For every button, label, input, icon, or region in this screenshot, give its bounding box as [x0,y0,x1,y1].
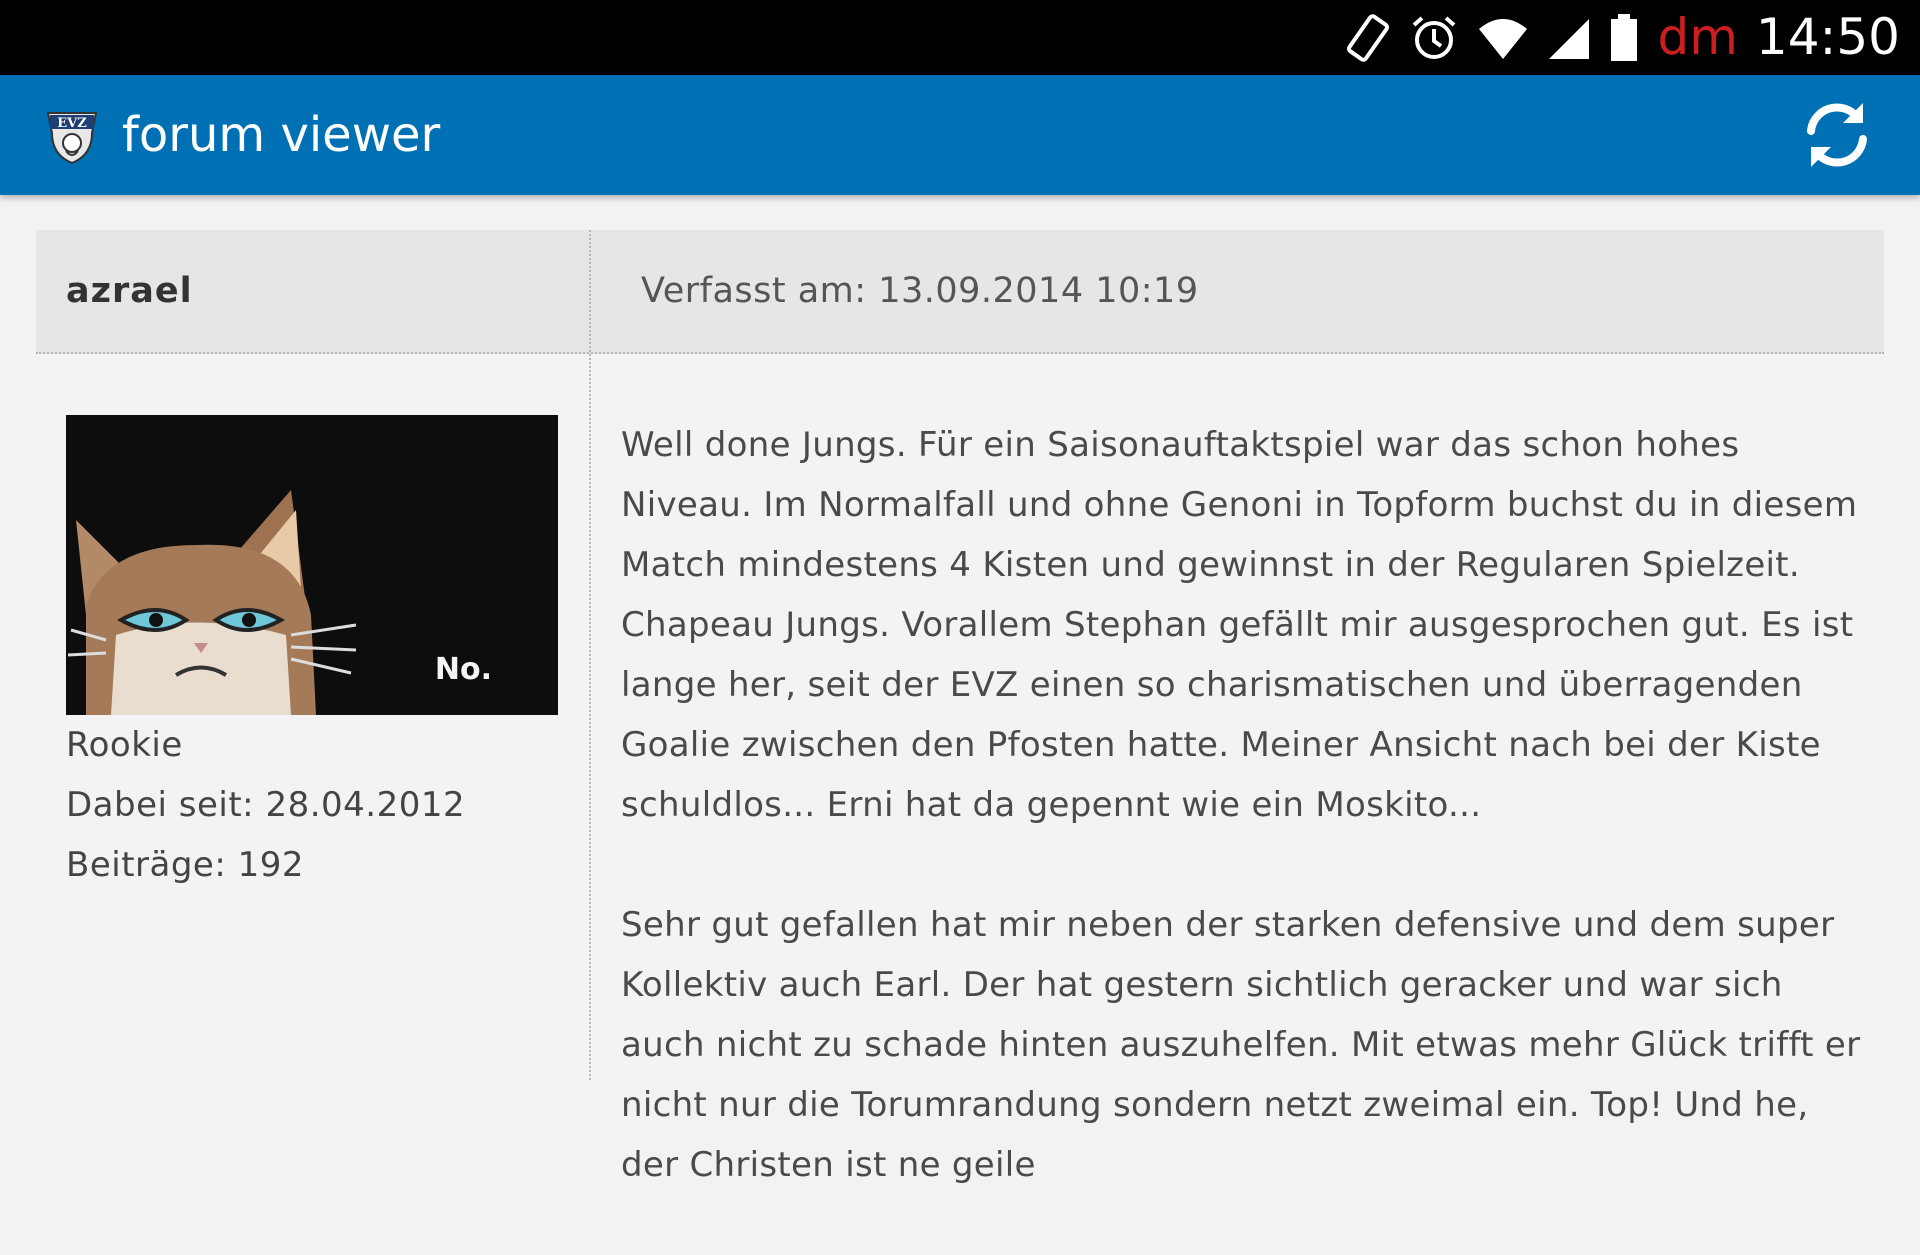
clock: 14:50 [1755,8,1900,66]
app-title: forum viewer [122,107,441,163]
status-icons: dm 14:50 [1345,0,1900,75]
signal-icon [1547,15,1591,61]
battery-icon [1609,13,1639,63]
refresh-icon [1799,103,1875,177]
post-date: Verfasst am: 13.09.2014 10:19 [641,271,1199,311]
user-avatar: No. [66,415,558,715]
post-count: Beiträge: 192 [66,845,304,885]
post-paragraph: Sehr gut gefallen hat mir neben der star… [621,905,1861,1185]
post-header: azrael Verfasst am: 13.09.2014 10:19 [36,230,1884,354]
post-body: Well done Jungs. Für ein Saisonauftaktsp… [621,415,1871,1255]
carrier-label: dm [1657,8,1738,66]
wifi-icon [1477,15,1529,61]
logo-text: EVZ [57,116,87,131]
status-bar: dm 14:50 [0,0,1920,75]
app-logo: EVZ [40,103,104,167]
forum-post: azrael Verfasst am: 13.09.2014 10:19 No.… [36,230,1884,1185]
avatar-caption: No. [434,652,492,687]
column-divider [589,230,591,1080]
refresh-button[interactable] [1799,97,1875,173]
post-author[interactable]: azrael [66,230,193,352]
alarm-icon [1409,13,1459,63]
rotation-icon [1345,13,1391,63]
user-info: Rookie Dabei seit: 28.04.2012 Beiträge: … [66,715,566,895]
post-paragraph: Well done Jungs. Für ein Saisonauftaktsp… [621,425,1858,825]
app-bar: EVZ forum viewer [0,75,1920,195]
user-rank: Rookie [66,725,183,765]
member-since: Dabei seit: 28.04.2012 [66,785,466,825]
